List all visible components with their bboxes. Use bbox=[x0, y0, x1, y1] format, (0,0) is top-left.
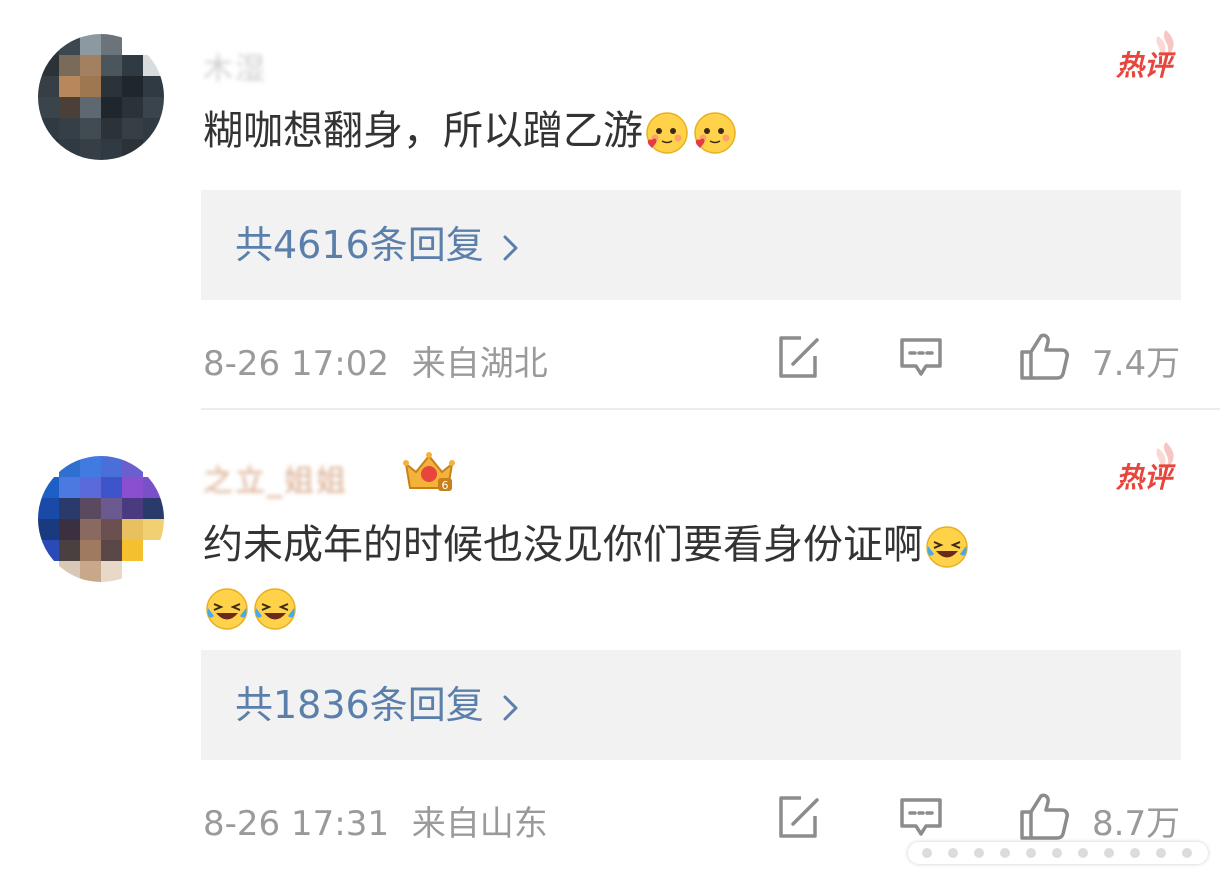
hot-comment-label: 热评 bbox=[1115, 49, 1172, 82]
chevron-right-icon bbox=[503, 235, 518, 260]
comment-location: 来自湖北 bbox=[411, 344, 548, 384]
comment-item: 木湿 热评 糊咖想翻身，所以蹭乙游 共4616条回复 8-26 17:02 来自… bbox=[0, 0, 1220, 410]
comment-icon[interactable] bbox=[898, 794, 944, 840]
comment-meta: 8-26 17:02 来自湖北 bbox=[203, 336, 548, 385]
blush-heart-emoji-icon bbox=[694, 112, 736, 154]
replies-count-label: 共4616条回复 bbox=[235, 223, 484, 267]
hot-comment-badge: 热评 bbox=[1115, 442, 1174, 496]
comment-icon[interactable] bbox=[898, 334, 944, 380]
comment-item: 之立_姐姐 6 热评 约未成年的时候也没见你们要看身份证啊 共1836条回复 8… bbox=[0, 410, 1220, 885]
share-icon[interactable] bbox=[775, 794, 821, 840]
share-icon[interactable] bbox=[775, 334, 821, 380]
replies-button[interactable]: 共4616条回复 bbox=[201, 190, 1181, 300]
svg-text:6: 6 bbox=[442, 479, 449, 492]
thumbs-up-icon[interactable] bbox=[1018, 790, 1070, 842]
avatar[interactable] bbox=[38, 456, 164, 582]
comment-text-body: 约未成年的时候也没见你们要看身份证啊 bbox=[203, 522, 923, 568]
comment-meta: 8-26 17:31 来自山东 bbox=[203, 796, 548, 845]
like-count: 7.4万 bbox=[1092, 344, 1181, 384]
thumbs-up-icon[interactable] bbox=[1018, 330, 1070, 382]
replies-link[interactable]: 共4616条回复 bbox=[235, 190, 520, 300]
chevron-right-icon bbox=[503, 695, 518, 720]
comment-text: 约未成年的时候也没见你们要看身份证啊 bbox=[203, 514, 1143, 638]
comment-text: 糊咖想翻身，所以蹭乙游 bbox=[203, 100, 739, 162]
avatar[interactable] bbox=[38, 34, 164, 160]
replies-count-label: 共1836条回复 bbox=[235, 683, 484, 727]
laugh-cry-emoji-icon bbox=[206, 588, 248, 630]
hot-comment-badge: 热评 bbox=[1115, 30, 1174, 84]
like-count: 8.7万 bbox=[1092, 804, 1181, 844]
scroll-indicator bbox=[908, 842, 1208, 864]
crown-fan-badge-icon: 6 bbox=[403, 452, 455, 492]
comment-time: 8-26 17:31 bbox=[203, 804, 389, 844]
replies-button[interactable]: 共1836条回复 bbox=[201, 650, 1181, 760]
username[interactable]: 之立_姐姐 bbox=[203, 456, 348, 500]
laugh-cry-emoji-icon bbox=[254, 588, 296, 630]
comment-location: 来自山东 bbox=[411, 804, 548, 844]
username[interactable]: 木湿 bbox=[203, 44, 267, 88]
hot-comment-label: 热评 bbox=[1115, 461, 1172, 494]
replies-link[interactable]: 共1836条回复 bbox=[235, 650, 520, 760]
comment-time: 8-26 17:02 bbox=[203, 344, 389, 384]
comment-text-body: 糊咖想翻身，所以蹭乙游 bbox=[203, 108, 643, 154]
blush-heart-emoji-icon bbox=[646, 112, 688, 154]
laugh-cry-emoji-icon bbox=[926, 526, 968, 568]
